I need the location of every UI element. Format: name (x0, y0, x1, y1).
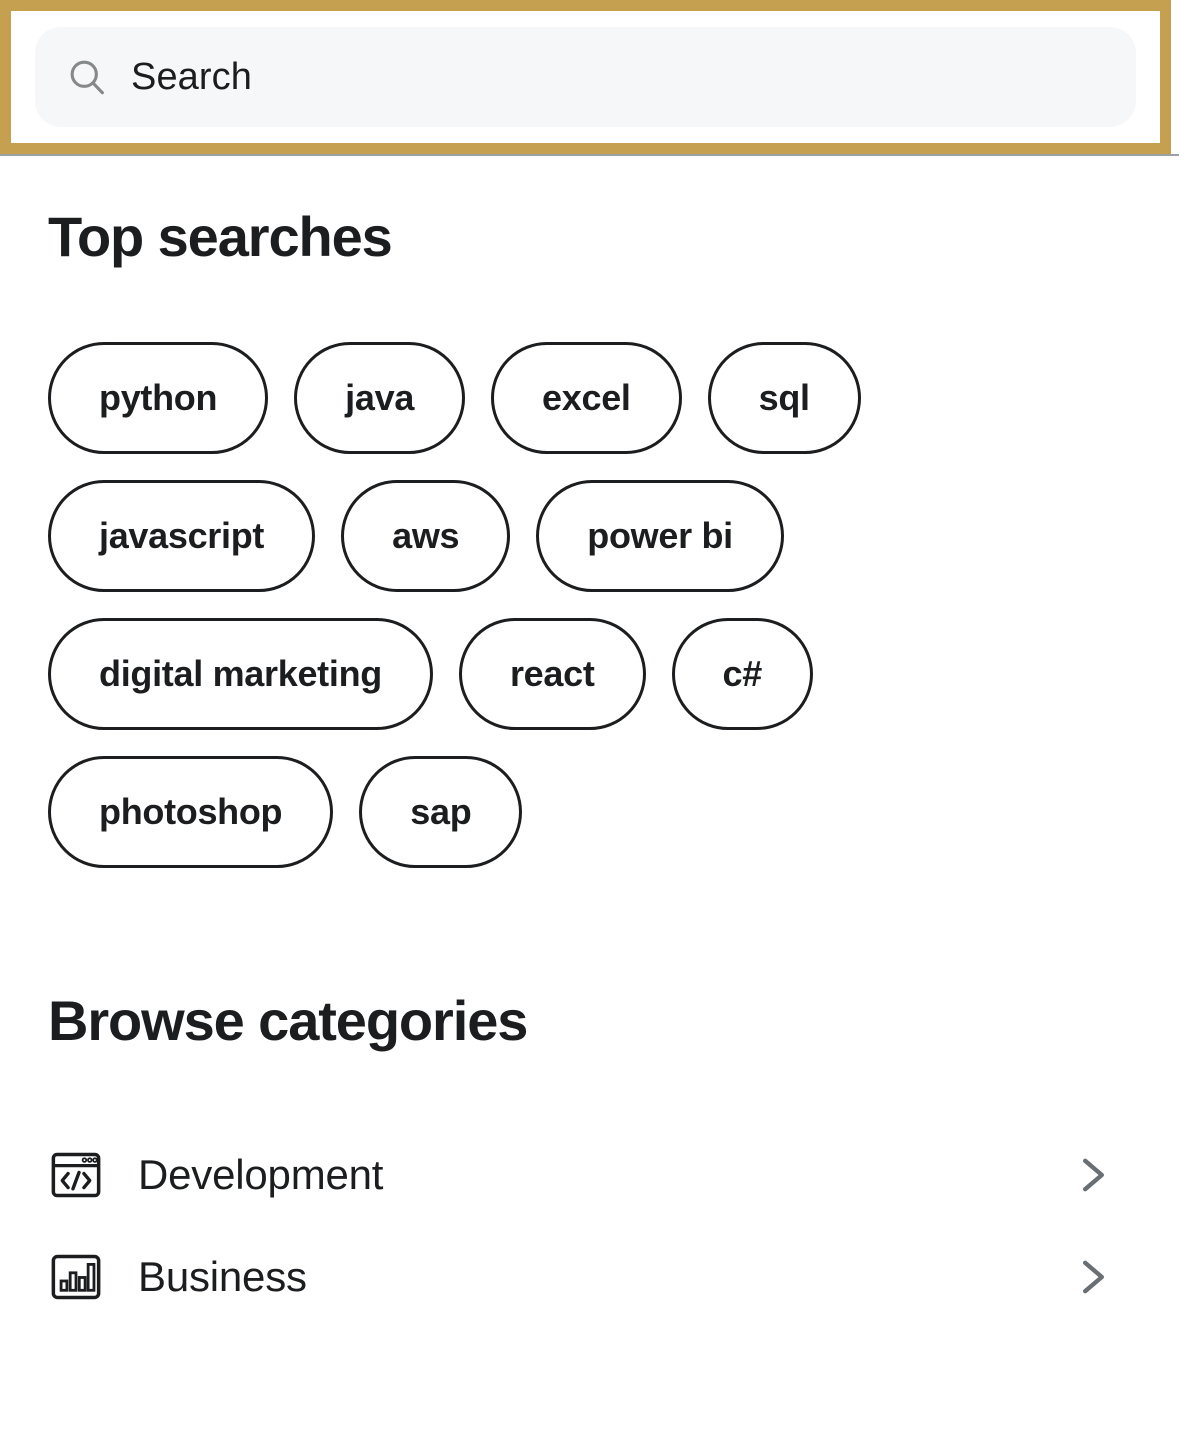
chevron-right-icon[interactable] (1071, 1155, 1111, 1195)
search-pill[interactable]: java (294, 342, 466, 454)
search-pill[interactable]: javascript (48, 480, 316, 592)
bar-chart-icon (51, 1254, 101, 1300)
search-icon (70, 60, 104, 95)
chevron-right-icon[interactable] (1071, 1257, 1111, 1297)
category-row-development[interactable]: Development (48, 1124, 1131, 1226)
search-pill[interactable]: excel (491, 342, 682, 454)
search-pill[interactable]: photoshop (48, 756, 334, 868)
search-pill[interactable]: power bi (536, 480, 784, 592)
top-searches-pill-list: python java excel sql javascript aws pow… (48, 342, 893, 868)
search-panel-body: Top searches python java excel sql javas… (0, 156, 1179, 1328)
search-pill[interactable]: react (458, 618, 646, 730)
category-label: Business (138, 1253, 307, 1300)
browse-categories-list: Development Business (48, 1124, 1131, 1328)
search-pill[interactable]: sap (359, 756, 523, 868)
browse-categories-title: Browse categories (48, 989, 528, 1052)
code-window-icon (51, 1152, 101, 1198)
category-label: Development (138, 1151, 384, 1198)
search-header: Search (0, 0, 1171, 154)
search-placeholder-text: Search (131, 56, 253, 98)
search-pill[interactable]: python (48, 342, 269, 454)
search-pill[interactable]: sql (707, 342, 861, 454)
search-pill[interactable]: c# (671, 618, 813, 730)
category-row-business[interactable]: Business (48, 1226, 1131, 1328)
search-input[interactable]: Search (35, 27, 1136, 127)
top-searches-title: Top searches (48, 205, 393, 268)
search-pill[interactable]: digital marketing (48, 618, 433, 730)
search-pill[interactable]: aws (341, 480, 511, 592)
